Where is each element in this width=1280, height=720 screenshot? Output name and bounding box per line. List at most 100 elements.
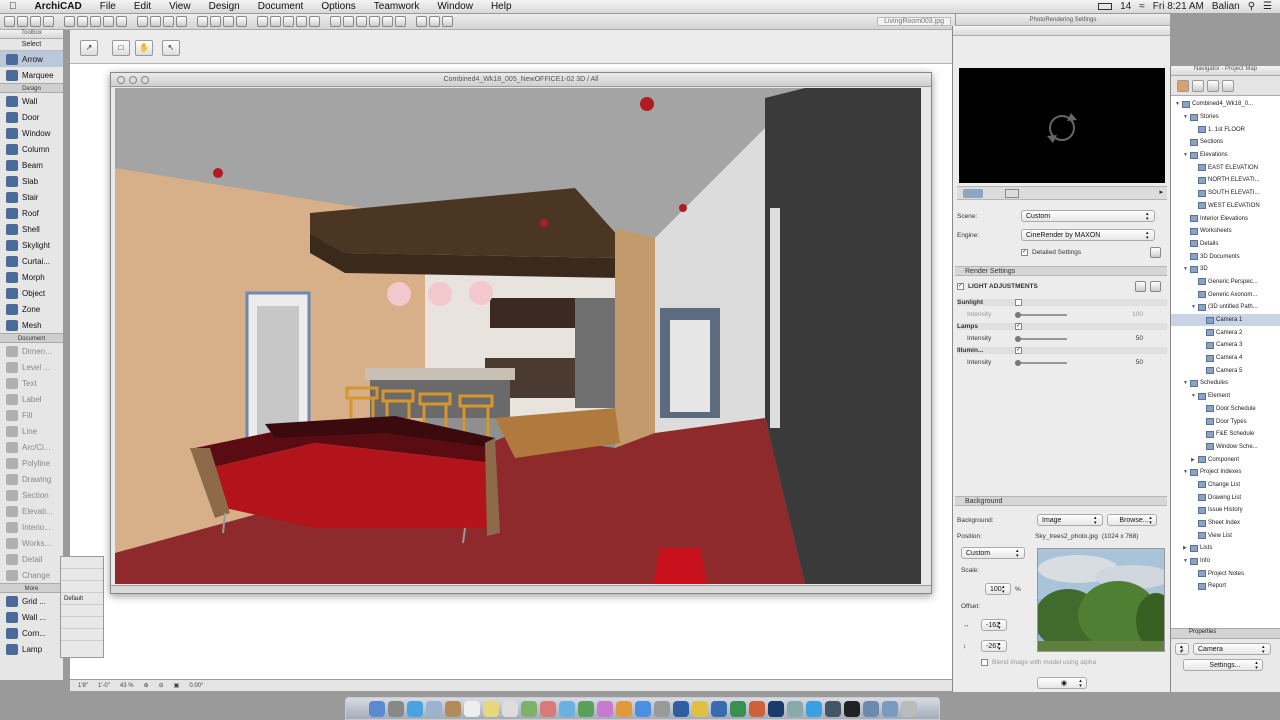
sunlight-intensity-value[interactable]: 100 bbox=[1132, 311, 1143, 318]
terminal-icon[interactable] bbox=[843, 700, 860, 717]
elevation-view-icon[interactable] bbox=[283, 16, 294, 27]
arrow-tool-icon[interactable]: ↖ bbox=[162, 40, 180, 56]
tree-item[interactable]: ▼ Element bbox=[1171, 390, 1280, 403]
tool-interior-elevation[interactable]: Interio... bbox=[0, 519, 63, 535]
properties-header[interactable]: Properties bbox=[1171, 629, 1280, 639]
tool-change[interactable]: Change bbox=[0, 567, 63, 583]
marquee-mode-icon[interactable]: □ bbox=[112, 40, 130, 56]
tool-object[interactable]: Object bbox=[0, 285, 63, 301]
tool-line[interactable]: Line bbox=[0, 423, 63, 439]
lamps-checkbox[interactable]: ✓ bbox=[1015, 323, 1022, 330]
camera-icon[interactable] bbox=[343, 16, 354, 27]
word-icon[interactable] bbox=[710, 700, 727, 717]
redo-icon[interactable] bbox=[116, 16, 127, 27]
view-map-icon[interactable] bbox=[1192, 79, 1204, 92]
save-icon[interactable] bbox=[30, 16, 41, 27]
clock[interactable]: Fri 8:21 AM bbox=[1153, 1, 1204, 12]
safari-icon[interactable] bbox=[406, 700, 423, 717]
tool-wall[interactable]: Wall bbox=[0, 93, 63, 109]
print-icon[interactable] bbox=[43, 16, 54, 27]
render-icon[interactable] bbox=[330, 16, 341, 27]
quicktime-icon[interactable] bbox=[824, 700, 841, 717]
tree-item[interactable]: Window Sche... bbox=[1171, 441, 1280, 454]
background-section[interactable]: Background bbox=[955, 496, 1167, 506]
disclosure-triangle-icon[interactable]: ▼ bbox=[1183, 149, 1188, 161]
illumination-intensity-slider[interactable] bbox=[1015, 359, 1067, 366]
copy-icon[interactable] bbox=[77, 16, 88, 27]
tool-arc-circle[interactable]: Arc/Ci... bbox=[0, 439, 63, 455]
notification-list-icon[interactable]: ☰ bbox=[1263, 1, 1272, 12]
tree-item[interactable]: 3D Documents bbox=[1171, 250, 1280, 263]
zoom-out-icon[interactable] bbox=[382, 16, 393, 27]
tree-item[interactable]: Door Types bbox=[1171, 415, 1280, 428]
menu-file[interactable]: File bbox=[91, 1, 125, 12]
render-settings-section[interactable]: Render Settings bbox=[955, 266, 1167, 276]
reset-icon[interactable] bbox=[1135, 281, 1146, 292]
itunes-icon[interactable] bbox=[596, 700, 613, 717]
menu-teamwork[interactable]: Teamwork bbox=[365, 1, 429, 12]
chrome-icon[interactable] bbox=[691, 700, 708, 717]
tool-zone[interactable]: Zone bbox=[0, 301, 63, 317]
tree-item[interactable]: Worksheets bbox=[1171, 225, 1280, 238]
zoom-icon[interactable] bbox=[137, 16, 148, 27]
tree-item[interactable]: WEST ELEVATION bbox=[1171, 200, 1280, 213]
tree-item[interactable]: ▼ Project Indexes bbox=[1171, 466, 1280, 479]
background-image-thumbnail[interactable] bbox=[1037, 548, 1165, 652]
tree-item[interactable]: Camera 4 bbox=[1171, 352, 1280, 365]
battery-icon[interactable] bbox=[1098, 3, 1113, 10]
tree-item[interactable]: Drawing List bbox=[1171, 491, 1280, 504]
zoom-window-icon[interactable] bbox=[141, 76, 149, 84]
sunlight-intensity-slider[interactable] bbox=[1015, 311, 1067, 318]
teamwork-icon[interactable] bbox=[416, 16, 427, 27]
spotlight-search-icon[interactable]: ⚲ bbox=[1248, 1, 1255, 12]
tree-item[interactable]: Camera 1 bbox=[1171, 313, 1280, 327]
panel-menu-icon[interactable]: ▸ bbox=[1159, 188, 1163, 196]
tree-item[interactable]: NORTH ELEVATI... bbox=[1171, 174, 1280, 187]
system-preferences-icon[interactable] bbox=[653, 700, 670, 717]
lamps-intensity-value[interactable]: 50 bbox=[1136, 335, 1143, 342]
publish-icon[interactable] bbox=[429, 16, 440, 27]
documents-icon[interactable] bbox=[881, 700, 898, 717]
refresh-icon[interactable] bbox=[959, 68, 1165, 183]
menu-options[interactable]: Options bbox=[312, 1, 364, 12]
tool-marquee[interactable]: Marquee bbox=[0, 67, 63, 83]
tool-column[interactable]: Column bbox=[0, 141, 63, 157]
menu-help[interactable]: Help bbox=[482, 1, 521, 12]
camera-number-field[interactable]: 1 bbox=[1175, 643, 1189, 655]
palette-default-select[interactable]: Default bbox=[61, 593, 103, 605]
finder-icon[interactable] bbox=[368, 700, 385, 717]
document-group-header[interactable]: Document bbox=[0, 333, 63, 343]
reminders-icon[interactable] bbox=[501, 700, 518, 717]
tree-item[interactable]: View List bbox=[1171, 529, 1280, 542]
menu-design[interactable]: Design bbox=[200, 1, 249, 12]
palette-row[interactable] bbox=[61, 605, 103, 617]
cut-icon[interactable] bbox=[64, 16, 75, 27]
tool-lamp[interactable]: Lamp bbox=[0, 641, 63, 657]
tree-item[interactable]: Generic Perspec... bbox=[1171, 276, 1280, 289]
rotation-angle[interactable]: 0.00° bbox=[189, 683, 203, 689]
tree-item[interactable]: ▼ (3D untitled Path... bbox=[1171, 301, 1280, 314]
tree-item[interactable]: ▼ Elevations bbox=[1171, 149, 1280, 162]
wifi-icon[interactable]: ≈ bbox=[1139, 1, 1145, 12]
tree-item[interactable]: Project Notes bbox=[1171, 567, 1280, 580]
edit-icon[interactable] bbox=[1150, 281, 1161, 292]
palette-row[interactable] bbox=[61, 581, 103, 593]
settings-tab-icon[interactable] bbox=[963, 189, 983, 198]
preview-icon[interactable] bbox=[786, 700, 803, 717]
excel-icon[interactable] bbox=[729, 700, 746, 717]
tree-item[interactable]: SOUTH ELEVATI... bbox=[1171, 187, 1280, 200]
publisher-sets-icon[interactable] bbox=[1222, 79, 1234, 92]
menu-window[interactable]: Window bbox=[428, 1, 482, 12]
ibooks-icon[interactable] bbox=[615, 700, 632, 717]
user-name[interactable]: Balian bbox=[1212, 1, 1240, 12]
disclosure-triangle-icon[interactable]: ▼ bbox=[1183, 555, 1188, 567]
3d-view-icon[interactable] bbox=[296, 16, 307, 27]
tree-item[interactable]: Sections bbox=[1171, 136, 1280, 149]
illumination-intensity-value[interactable]: 50 bbox=[1136, 359, 1143, 366]
paste-icon[interactable] bbox=[90, 16, 101, 27]
tool-grid[interactable]: Grid ... bbox=[0, 593, 63, 609]
tree-item[interactable]: Door Schedule bbox=[1171, 403, 1280, 416]
tree-item[interactable]: Camera 2 bbox=[1171, 326, 1280, 339]
offset-x-field[interactable]: -162 bbox=[981, 619, 1007, 631]
skype-icon[interactable] bbox=[805, 700, 822, 717]
